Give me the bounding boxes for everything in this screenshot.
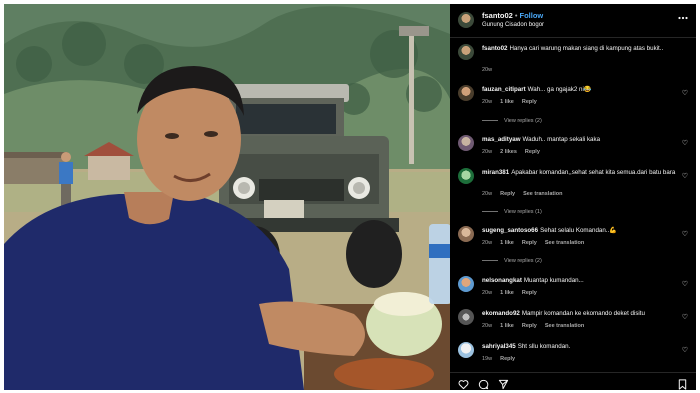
- comment-time: 20w: [482, 323, 493, 329]
- comment-username[interactable]: miran381: [482, 169, 509, 176]
- comment-like-heart-icon[interactable]: ♡: [682, 346, 688, 354]
- comment-like-heart-icon[interactable]: ♡: [682, 280, 688, 288]
- send-icon[interactable]: [498, 377, 509, 390]
- view-replies-label: View replies (1): [504, 209, 542, 215]
- comment-body: Sht sllu komandan.: [517, 343, 571, 350]
- more-horizontal-icon[interactable]: [678, 12, 688, 22]
- view-replies-button[interactable]: View replies (1): [482, 209, 542, 215]
- comment-time: 20w: [482, 290, 493, 296]
- screenshot-frame: fsanto02 • Follow Gunung Cisadon bogor fsa…: [0, 0, 700, 393]
- separator-dot: •: [514, 11, 518, 20]
- see-translation-button[interactable]: See translation: [545, 240, 584, 246]
- comment-body: Waduh.. mantap sekali kaka: [522, 136, 601, 143]
- commenter-avatar[interactable]: [458, 342, 474, 358]
- replies-line: [482, 211, 498, 213]
- comment-body: Sehat selalu Komandan..: [540, 227, 610, 234]
- comment-meta: 20w 1 like Reply: [482, 99, 545, 105]
- comment-body: Mampir komandan ke ekomando deket disitu: [521, 310, 645, 317]
- replies-line: [482, 120, 498, 122]
- view-replies-label: View replies (2): [504, 118, 542, 124]
- comment-meta: 20w 2 likes Reply: [482, 149, 548, 155]
- post-author-line: fsanto02 • Follow: [482, 11, 543, 20]
- comment-meta: 20w Reply See translation: [482, 191, 571, 197]
- see-translation-button[interactable]: See translation: [545, 323, 584, 329]
- comment-meta: 20w 1 like Reply See translation: [482, 323, 592, 329]
- comment-username[interactable]: sugeng_santoso66: [482, 227, 538, 234]
- caption-text: fsanto02 Hanya cari warung makan siang di…: [482, 45, 678, 54]
- comment-username[interactable]: sahriyal345: [482, 343, 516, 350]
- commenter-avatar[interactable]: [458, 309, 474, 325]
- comment-like-heart-icon[interactable]: ♡: [682, 230, 688, 238]
- commenter-avatar[interactable]: [458, 85, 474, 101]
- comment-likes[interactable]: 1 like: [500, 290, 514, 296]
- follow-button[interactable]: Follow: [519, 11, 543, 20]
- comment-likes[interactable]: 2 likes: [500, 149, 517, 155]
- comment-icon[interactable]: [478, 377, 489, 390]
- caption-author-avatar[interactable]: [458, 44, 474, 60]
- reply-button[interactable]: Reply: [500, 191, 515, 197]
- comment-text: fauzan_citipart Wah... ga ngajak2 ni😂: [482, 86, 678, 95]
- comment-username[interactable]: nelsonangkat: [482, 277, 522, 284]
- comment-time: 20w: [482, 149, 493, 155]
- caption-meta: 20w: [482, 67, 500, 73]
- post-action-bar: [450, 372, 696, 390]
- view-replies-button[interactable]: View replies (2): [482, 258, 542, 264]
- view-replies-button[interactable]: View replies (2): [482, 118, 542, 124]
- caption-username[interactable]: fsanto02: [482, 45, 507, 52]
- comment-username[interactable]: fauzan_citipart: [482, 86, 526, 93]
- reply-button[interactable]: Reply: [522, 240, 537, 246]
- flexed-biceps-emoji: 💪: [609, 227, 617, 234]
- comment-likes[interactable]: 1 like: [500, 99, 514, 105]
- comment-meta: 20w 1 like Reply: [482, 290, 545, 296]
- comment-time: 20w: [482, 240, 493, 246]
- comment-text: sugeng_santoso66 Sehat selalu Komandan..💪: [482, 227, 678, 236]
- post-author-avatar[interactable]: [458, 12, 474, 28]
- comment-body: Apakabar komandan,,sehat sehat kita semu…: [511, 169, 676, 176]
- comment-time: 20w: [482, 99, 493, 105]
- comment-text: mas_adityaw Waduh.. mantap sekali kaka: [482, 136, 678, 145]
- heart-icon[interactable]: [458, 377, 469, 390]
- comment-like-heart-icon[interactable]: ♡: [682, 313, 688, 321]
- comment-username[interactable]: ekomando92: [482, 310, 520, 317]
- commenter-avatar[interactable]: [458, 276, 474, 292]
- reply-button[interactable]: Reply: [522, 99, 537, 105]
- comment-like-heart-icon[interactable]: ♡: [682, 172, 688, 180]
- comment-meta: 19w Reply: [482, 356, 523, 362]
- see-translation-button[interactable]: See translation: [523, 191, 562, 197]
- reply-button[interactable]: Reply: [522, 290, 537, 296]
- comment-like-heart-icon[interactable]: ♡: [682, 139, 688, 147]
- photo-illustration: [4, 4, 450, 390]
- view-replies-label: View replies (2): [504, 258, 542, 264]
- post-author-username[interactable]: fsanto02: [482, 11, 513, 20]
- reply-button[interactable]: Reply: [525, 149, 540, 155]
- replies-line: [482, 260, 498, 262]
- reply-button[interactable]: Reply: [500, 356, 515, 362]
- comment-text: nelsonangkat Muantap kumandan...: [482, 277, 678, 286]
- reply-button[interactable]: Reply: [522, 323, 537, 329]
- comment-like-heart-icon[interactable]: ♡: [682, 89, 688, 97]
- comment-meta: 20w 1 like Reply See translation: [482, 240, 592, 246]
- post-location[interactable]: Gunung Cisadon bogor: [482, 22, 544, 28]
- comment-body: Wah... ga ngajak2 ni: [527, 86, 584, 93]
- post-header: fsanto02 • Follow Gunung Cisadon bogor: [450, 4, 696, 38]
- comment-body: Muantap kumandan...: [523, 277, 584, 284]
- comment-likes[interactable]: 1 like: [500, 323, 514, 329]
- caption-time: 20w: [482, 67, 493, 73]
- post-photo[interactable]: [4, 4, 450, 390]
- comment-time: 19w: [482, 356, 493, 362]
- comment-text: ekomando92 Mampir komandan ke ekomando de…: [482, 310, 678, 319]
- comment-username[interactable]: mas_adityaw: [482, 136, 521, 143]
- comment-time: 20w: [482, 191, 493, 197]
- comments-panel: fsanto02 • Follow Gunung Cisadon bogor fsa…: [450, 4, 696, 390]
- caption-body: Hanya cari warung makan siang di kampung…: [509, 45, 664, 52]
- commenter-avatar[interactable]: [458, 135, 474, 151]
- laughing-emoji: 😂: [583, 86, 592, 93]
- commenter-avatar[interactable]: [458, 226, 474, 242]
- comment-text: miran381 Apakabar komandan,,sehat sehat k…: [482, 169, 678, 178]
- commenter-avatar[interactable]: [458, 168, 474, 184]
- bookmark-icon[interactable]: [677, 377, 688, 390]
- comment-likes[interactable]: 1 like: [500, 240, 514, 246]
- comment-text: sahriyal345 Sht sllu komandan.: [482, 343, 678, 352]
